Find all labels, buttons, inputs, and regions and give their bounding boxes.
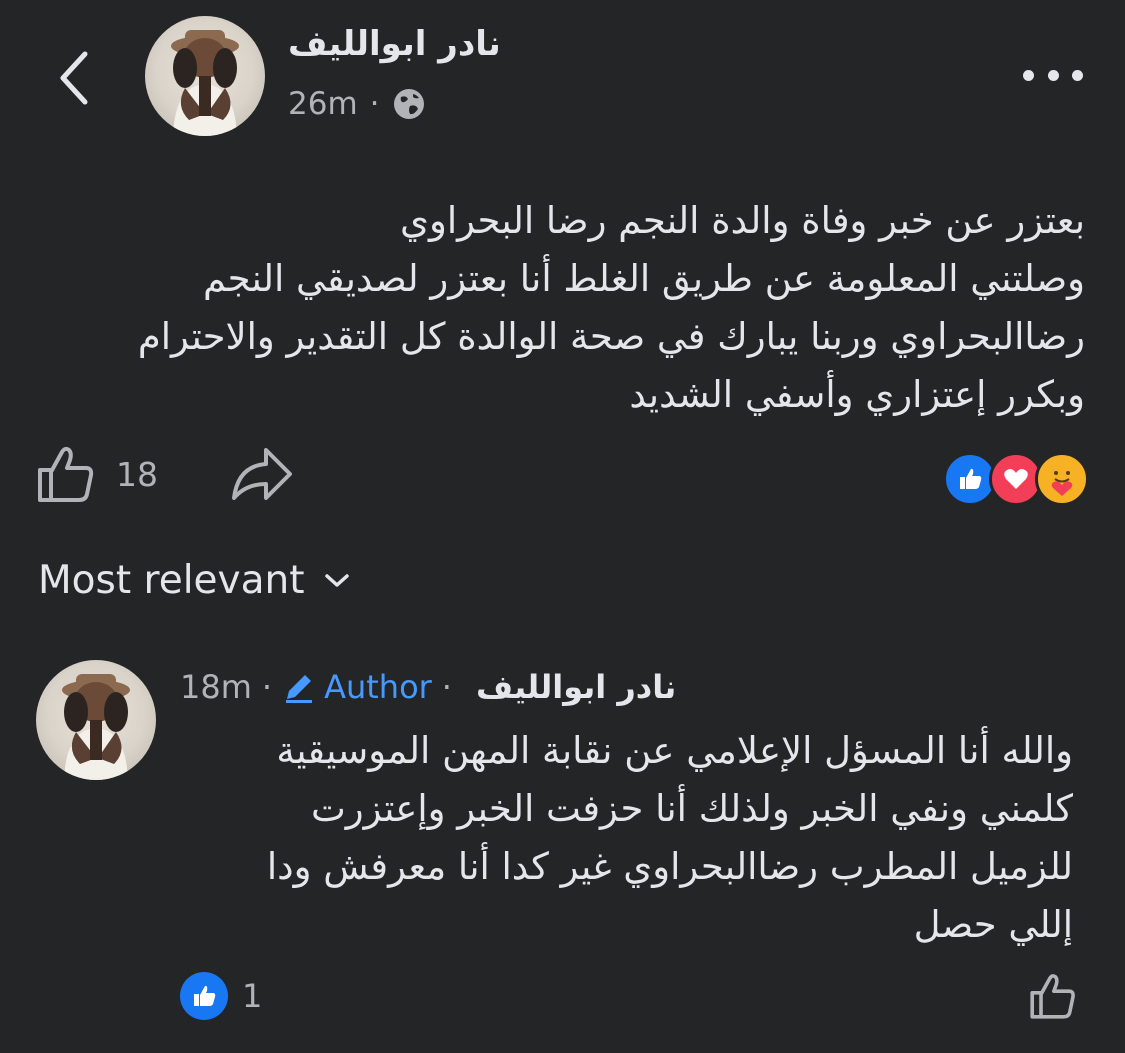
like-reaction-icon [180, 972, 228, 1020]
avatar-photo [171, 30, 239, 136]
meta-separator: · [441, 668, 452, 706]
post-time[interactable]: 26m [288, 86, 358, 122]
post-author-avatar[interactable] [145, 16, 265, 136]
dot-icon [1072, 69, 1083, 81]
author-badge-label: Author [324, 668, 432, 706]
pencil-icon [286, 675, 313, 703]
post-reactions[interactable] [943, 452, 1089, 506]
post-like-count[interactable]: 18 [116, 455, 158, 494]
more-options-button[interactable] [1023, 58, 1083, 92]
post-body: بعتزر عن خبر وفاة والدة النجم رضا البحرا… [25, 192, 1085, 424]
share-button[interactable] [230, 444, 294, 508]
post-line: وبكرر إعتزاري وأسفي الشديد [629, 373, 1085, 416]
meta-separator: · [369, 86, 380, 122]
comment-header: 18m · Author · نادر ابوالليف [180, 668, 676, 706]
chevron-down-icon [324, 573, 349, 587]
comment-line: إللي حصل [913, 903, 1073, 946]
meta-separator: · [261, 668, 273, 706]
post-author-name[interactable]: نادر ابوالليف [288, 24, 501, 64]
author-badge: Author [282, 668, 432, 706]
comment-like-button[interactable] [1029, 972, 1077, 1024]
sort-label: Most relevant [38, 558, 305, 603]
post-line: رضاالبحراوي وربنا يبارك في صحة الوالدة ك… [137, 315, 1085, 358]
back-button[interactable] [40, 38, 110, 118]
post-like-button[interactable]: 18 [36, 444, 158, 504]
dot-icon [1023, 69, 1034, 81]
thumbs-up-icon [38, 446, 94, 502]
post-line: وصلتني المعلومة عن طريق الغلط أنا بعتزر … [203, 257, 1085, 300]
share-arrow-icon [232, 448, 292, 500]
comment-sort-dropdown[interactable]: Most relevant [38, 558, 351, 603]
thumbs-up-icon [1030, 974, 1075, 1019]
comment-reaction-summary[interactable]: 1 [180, 972, 262, 1020]
post-line: بعتزر عن خبر وفاة والدة النجم رضا البحرا… [400, 199, 1085, 242]
comment-line: كلمني ونفي الخبر ولذلك أنا حزفت الخبر وإ… [310, 787, 1073, 830]
comment-line: والله أنا المسؤل الإعلامي عن نقابة المهن… [276, 729, 1073, 772]
globe-icon[interactable] [392, 87, 426, 121]
avatar-photo [62, 674, 130, 780]
comment-body: والله أنا المسؤل الإعلامي عن نقابة المهن… [173, 722, 1073, 954]
comment-like-count: 1 [242, 977, 263, 1015]
comment-time[interactable]: 18m [180, 668, 252, 706]
comment-line: للزميل المطرب رضاالبحراوي غير كدا أنا مع… [266, 845, 1073, 888]
dot-icon [1047, 69, 1059, 81]
care-reaction-icon [1035, 452, 1089, 506]
comment-author-avatar[interactable] [36, 660, 156, 780]
chevron-left-icon [60, 51, 88, 105]
post-meta: 26m · [288, 86, 426, 122]
comment-author-name[interactable]: نادر ابوالليف [476, 668, 676, 706]
